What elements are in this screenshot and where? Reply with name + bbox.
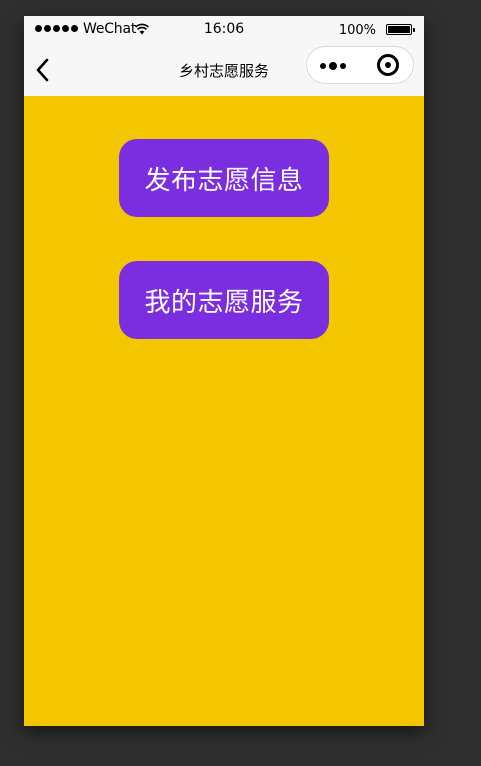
target-circle-icon xyxy=(377,54,399,76)
my-volunteer-service-button[interactable]: 我的志愿服务 xyxy=(119,261,329,339)
status-bar: WeChat 16:06 100% xyxy=(24,16,424,44)
battery-icon xyxy=(386,24,415,35)
close-mini-program-button[interactable] xyxy=(361,47,413,83)
battery-percent: 100% xyxy=(338,23,376,38)
phone-frame: WeChat 16:06 100% 乡村志愿服务 发布志愿信息 我的志愿服务 xyxy=(24,16,424,726)
more-button[interactable] xyxy=(307,47,361,83)
mini-program-capsule xyxy=(306,46,414,84)
main-content: 发布志愿信息 我的志愿服务 xyxy=(24,96,424,726)
navigation-bar: 乡村志愿服务 xyxy=(24,44,424,96)
publish-volunteer-info-button[interactable]: 发布志愿信息 xyxy=(119,139,329,217)
more-dots-icon xyxy=(320,62,346,70)
